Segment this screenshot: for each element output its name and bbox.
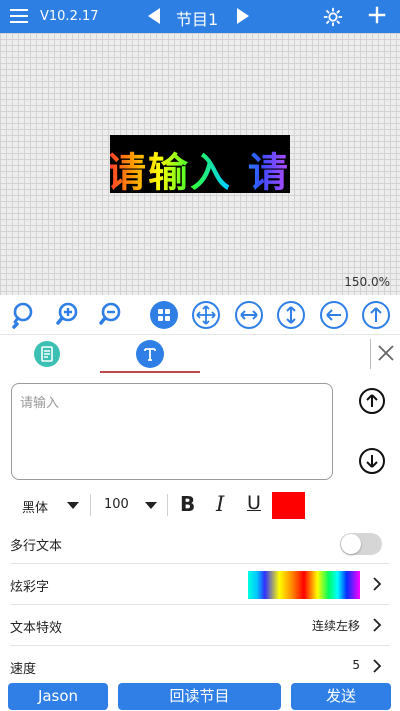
previous-program-icon[interactable]: [148, 8, 160, 24]
toggle-knob: [341, 534, 361, 554]
arrow-left-icon[interactable]: [319, 300, 349, 330]
text-effect-value: 连续左移: [311, 619, 360, 633]
vertical-arrows-icon[interactable]: [276, 300, 306, 330]
font-dropdown-icon[interactable]: [67, 502, 79, 509]
horizontal-arrows-icon[interactable]: [234, 300, 264, 330]
version-label: V10.2.17: [40, 9, 99, 24]
italic-button[interactable]: I: [216, 492, 224, 516]
bottom-action-bar: Jason 回读节目 发送: [0, 680, 400, 711]
send-button[interactable]: 发送: [291, 683, 391, 710]
canvas-toolbar: [0, 295, 400, 335]
text-effect-row[interactable]: 文本特效 连续左移: [10, 605, 390, 646]
led-preview-text: 请输入 请输入: [110, 140, 290, 193]
top-bar: V10.2.17 节目1: [0, 0, 400, 33]
grid-icon[interactable]: [149, 300, 179, 330]
document-icon: [41, 346, 53, 362]
led-preview-canvas[interactable]: 请输入 请输入 150.0%: [0, 33, 400, 295]
font-size-dropdown-icon[interactable]: [145, 502, 157, 509]
editor-tabs: [0, 335, 400, 373]
program-title: 节目1: [176, 10, 219, 29]
text-color-swatch[interactable]: [272, 492, 305, 519]
colorful-text-label: 炫彩字: [10, 580, 50, 595]
next-program-icon[interactable]: [237, 8, 249, 24]
colorful-gradient-preview[interactable]: [248, 571, 360, 599]
colorful-text-row[interactable]: 炫彩字: [10, 564, 390, 605]
move-up-icon[interactable]: [358, 387, 386, 415]
font-toolbar: 黑体 100 B I U: [0, 488, 400, 522]
close-icon[interactable]: [376, 343, 396, 363]
text-content-input[interactable]: [11, 383, 333, 480]
font-size-select[interactable]: 100: [104, 497, 129, 512]
divider: [90, 494, 91, 516]
text-icon: [144, 348, 156, 361]
multiline-label: 多行文本: [10, 539, 63, 554]
multiline-row: 多行文本: [10, 523, 390, 564]
multiline-toggle[interactable]: [340, 533, 382, 555]
arrow-up-icon[interactable]: [361, 300, 391, 330]
speed-value: 5: [352, 658, 360, 672]
tab-document[interactable]: [34, 341, 60, 367]
text-effect-label: 文本特效: [10, 621, 63, 636]
settings-gear-icon[interactable]: [322, 6, 344, 28]
readback-program-button[interactable]: 回读节目: [118, 683, 281, 710]
underline-button[interactable]: U: [247, 492, 261, 514]
tab-text[interactable]: [136, 340, 164, 368]
zoom-out-icon[interactable]: [96, 300, 126, 330]
move-down-icon[interactable]: [358, 447, 386, 475]
zoom-in-icon[interactable]: [53, 300, 83, 330]
chevron-right-icon: [373, 577, 382, 591]
speed-label: 速度: [10, 662, 37, 677]
chevron-right-icon: [373, 659, 382, 673]
add-icon[interactable]: [366, 4, 388, 26]
search-icon[interactable]: [10, 300, 40, 330]
menu-icon[interactable]: [10, 9, 28, 23]
font-family-select[interactable]: 黑体: [22, 497, 48, 516]
text-input-panel: [0, 373, 400, 488]
move-icon[interactable]: [191, 300, 221, 330]
divider: [167, 494, 168, 516]
chevron-right-icon: [373, 618, 382, 632]
bold-button[interactable]: B: [180, 492, 195, 516]
zoom-level: 150.0%: [344, 275, 390, 289]
led-screen[interactable]: 请输入 请输入: [110, 135, 290, 193]
user-button[interactable]: Jason: [8, 683, 108, 710]
tab-divider: [370, 339, 371, 369]
